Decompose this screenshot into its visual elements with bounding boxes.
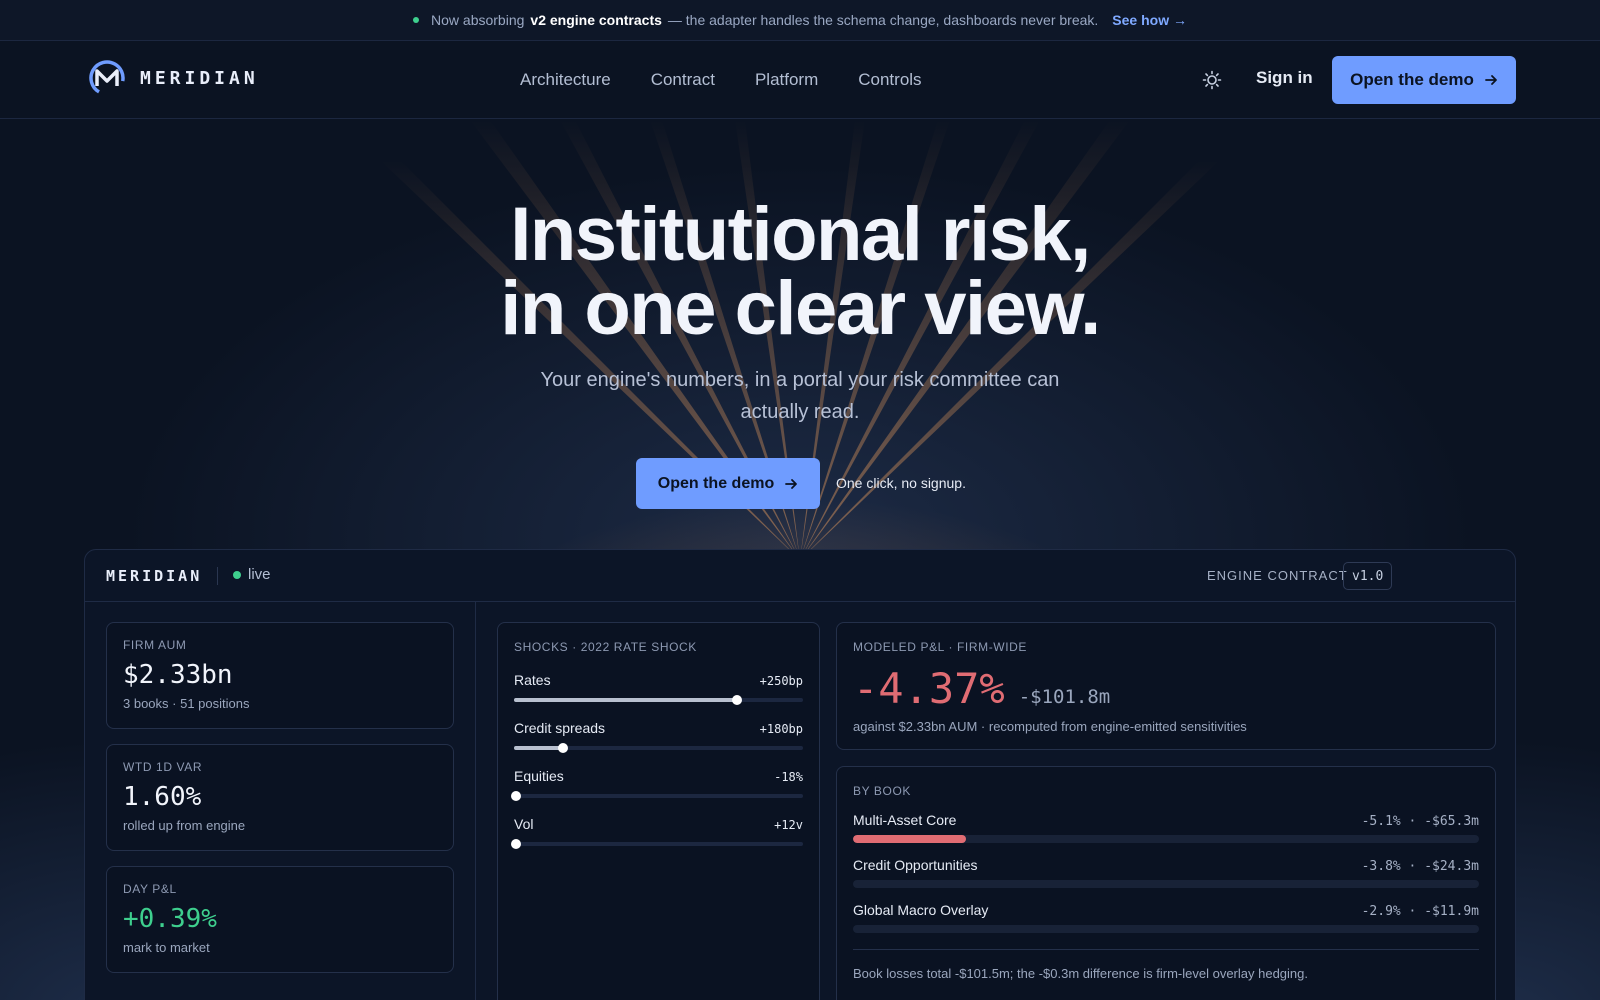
- hero-title-line-2: in one clear view.: [500, 266, 1101, 351]
- shock-name: Equities: [514, 768, 564, 784]
- hero-open-demo-label: Open the demo: [657, 474, 775, 492]
- slider-track[interactable]: [514, 743, 803, 753]
- dashboard-preview: MERIDIAN live ENGINE CONTRACT v1.0 FIRM …: [84, 549, 1516, 1000]
- stat-label: FIRM AUM: [123, 638, 187, 652]
- modeled-pnl-card: MODELED P&L · FIRM-WIDE -4.37% -$101.8m …: [836, 622, 1496, 750]
- shock-value: +180bp: [759, 722, 803, 736]
- slider-handle[interactable]: [511, 791, 521, 801]
- shock-slider-vol: Vol +12v: [511, 816, 803, 849]
- nav-open-demo-label: Open the demo: [1350, 70, 1474, 89]
- stat-sub: 3 books · 51 positions: [123, 696, 250, 711]
- book-row-credit-opportunities: Credit Opportunities -3.8% · -$24.3m: [853, 857, 1479, 888]
- pnl-percent: -4.37%: [853, 664, 1005, 713]
- book-name: Global Macro Overlay: [853, 902, 989, 918]
- slider-handle[interactable]: [511, 839, 521, 849]
- status-dot: [413, 17, 420, 23]
- brand-name: MERIDIAN: [140, 67, 259, 89]
- nav-links: Architecture Contract Platform Controls: [520, 41, 922, 119]
- slider-handle[interactable]: [558, 743, 569, 753]
- announcement-highlight: v2 engine contracts: [530, 12, 662, 28]
- book-divider: [853, 949, 1479, 950]
- book-bar-track: [853, 880, 1479, 888]
- arrow-right-icon: [785, 478, 798, 489]
- nav-link-contract[interactable]: Contract: [651, 70, 715, 90]
- book-value: -2.9% · -$11.9m: [1361, 904, 1479, 919]
- announcement-suffix: — the adapter handles the schema change,…: [667, 12, 1099, 28]
- book-bar-track: [853, 835, 1479, 843]
- shock-name: Rates: [514, 672, 551, 688]
- shock-slider-rates: Rates +250bp: [514, 672, 803, 705]
- book-name: Credit Opportunities: [853, 857, 978, 873]
- live-status: live: [233, 566, 271, 583]
- by-book-title: BY BOOK: [853, 784, 912, 798]
- engine-contract-label: ENGINE CONTRACT: [1207, 568, 1348, 583]
- book-name: Multi-Asset Core: [853, 812, 957, 828]
- nav-link-controls[interactable]: Controls: [858, 70, 921, 90]
- shocks-title: SHOCKS · 2022 RATE SHOCK: [514, 640, 697, 654]
- arrow-right-icon: [1484, 75, 1497, 85]
- top-navbar: MERIDIAN Architecture Contract Platform …: [0, 41, 1600, 119]
- nav-link-platform[interactable]: Platform: [755, 70, 818, 90]
- by-book-card: BY BOOK Multi-Asset Core -5.1% · -$65.3m…: [836, 766, 1496, 1000]
- sun-icon[interactable]: [1202, 70, 1222, 90]
- stat-value: $2.33bn: [123, 660, 233, 690]
- see-how-link[interactable]: See how →: [1112, 12, 1187, 28]
- shock-slider-credit-spreads: Credit spreads +180bp: [514, 720, 803, 753]
- var-card: WTD 1D VAR 1.60% rolled up from engine: [106, 744, 454, 851]
- brand-logo-link[interactable]: MERIDIAN: [88, 59, 259, 97]
- pnl-note: against $2.33bn AUM · recomputed from en…: [853, 719, 1247, 734]
- shock-value: +12v: [774, 818, 803, 832]
- engine-contract-version-badge: v1.0: [1343, 562, 1393, 590]
- hero-note: One click, no signup.: [836, 475, 966, 491]
- book-bar-track: [853, 925, 1479, 933]
- hero-title: Institutional risk, in one clear view.: [0, 192, 1600, 351]
- slider-fill: [514, 746, 564, 750]
- hero-open-demo-button[interactable]: Open the demo: [636, 458, 820, 509]
- book-value: -5.1% · -$65.3m: [1361, 814, 1479, 829]
- stat-value: +0.39%: [123, 904, 217, 934]
- slider-track[interactable]: [514, 695, 803, 705]
- shock-value: +250bp: [759, 674, 803, 688]
- stat-label: WTD 1D VAR: [123, 760, 203, 774]
- column-divider: [475, 602, 476, 1000]
- shock-name: Credit spreads: [514, 720, 606, 736]
- shock-value: -18%: [774, 770, 803, 784]
- stat-value: 1.60%: [123, 782, 202, 812]
- day-pnl-card: DAY P&L +0.39% mark to market: [106, 866, 454, 973]
- firm-aum-card: FIRM AUM $2.33bn 3 books · 51 positions: [106, 622, 454, 729]
- meridian-logo-icon: [89, 60, 125, 96]
- sign-in-link[interactable]: Sign in: [1256, 68, 1313, 88]
- stat-sub: rolled up from engine: [123, 818, 246, 833]
- dashboard-header: MERIDIAN live ENGINE CONTRACT v1.0: [85, 550, 1515, 602]
- slider-track[interactable]: [511, 791, 803, 801]
- announcement-prefix: Now absorbing: [431, 12, 525, 28]
- slider-track[interactable]: [511, 839, 803, 849]
- book-value: -3.8% · -$24.3m: [1361, 859, 1479, 874]
- live-status-label: live: [248, 566, 271, 583]
- stat-sub: mark to market: [123, 940, 210, 955]
- stat-label: DAY P&L: [123, 882, 177, 896]
- hero-subtitle: Your engine's numbers, in a portal your …: [540, 369, 1060, 423]
- announcement-bar: Now absorbing v2 engine contracts — the …: [0, 0, 1600, 41]
- live-dot: [233, 570, 241, 579]
- nav-link-architecture[interactable]: Architecture: [520, 70, 611, 90]
- book-note: Book losses total -$101.5m; the -$0.3m d…: [853, 966, 1308, 981]
- hero-title-line-1: Institutional risk,: [510, 192, 1091, 277]
- shock-slider-equities: Equities -18%: [511, 768, 803, 801]
- slider-fill: [514, 698, 737, 702]
- shocks-card: SHOCKS · 2022 RATE SHOCK Rates +250bp Cr…: [497, 622, 820, 1000]
- pnl-amount: -$101.8m: [1018, 686, 1111, 708]
- book-bar-fill: [853, 835, 966, 843]
- shock-name: Vol: [514, 816, 534, 832]
- dashboard-brand: MERIDIAN: [106, 567, 203, 585]
- pnl-title: MODELED P&L · FIRM-WIDE: [853, 640, 1028, 654]
- header-divider: [217, 567, 218, 585]
- book-row-global-macro-overlay: Global Macro Overlay -2.9% · -$11.9m: [853, 902, 1479, 933]
- slider-handle[interactable]: [731, 695, 742, 705]
- book-row-multi-asset-core: Multi-Asset Core -5.1% · -$65.3m: [853, 812, 1479, 843]
- nav-open-demo-button[interactable]: Open the demo: [1332, 56, 1516, 104]
